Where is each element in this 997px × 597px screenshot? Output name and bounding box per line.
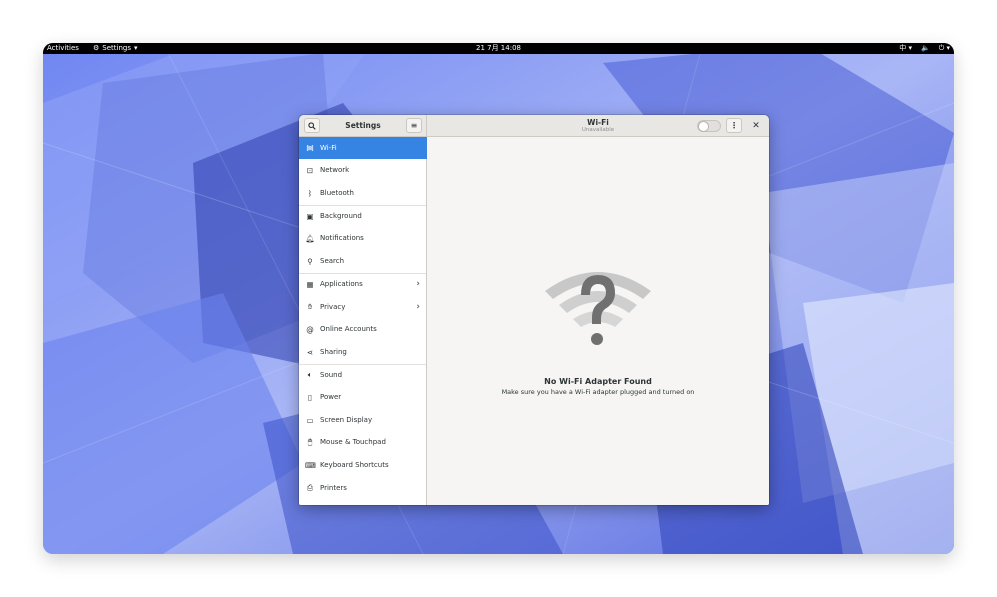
sidebar-item-label: Network	[320, 166, 350, 174]
background-icon: ▣	[306, 211, 314, 221]
sidebar-item-screen-display[interactable]: ▭ Screen Display	[299, 409, 427, 431]
hamburger-icon: ≡	[410, 121, 418, 130]
chevron-right-icon: ›	[416, 302, 420, 312]
toggle-knob	[698, 121, 709, 132]
search-icon: ⚲	[307, 256, 313, 266]
sidebar: ᯼ Wi-Fi ⊡ Network ᛒ Bluetooth ▣ Backgrou…	[299, 137, 427, 505]
at-icon: @	[306, 324, 314, 334]
sidebar-item-label: Sharing	[320, 348, 347, 356]
sidebar-item-power[interactable]: ▯ Power	[299, 386, 427, 408]
keyboard-icon: ⌨︎	[305, 460, 316, 470]
power-icon[interactable]: ⏻ ▾	[939, 43, 950, 54]
share-icon: ⋖	[306, 347, 314, 357]
close-button[interactable]: ✕	[750, 120, 762, 132]
sidebar-item-notifications[interactable]: 🔔︎ Notifications	[299, 227, 427, 249]
mouse-icon: 🖱︎	[307, 437, 313, 446]
sidebar-item-label: Power	[320, 393, 342, 401]
chevron-right-icon: ›	[416, 279, 420, 289]
system-tray: 中 ▾ 🔈 ⏻ ▾	[899, 43, 950, 54]
bluetooth-icon: ᛒ	[307, 188, 313, 198]
sidebar-item-label: Keyboard Shortcuts	[320, 461, 389, 469]
sidebar-item-background[interactable]: ▣ Background	[299, 205, 427, 227]
clock[interactable]: 21 7月 14:08	[43, 43, 954, 54]
wifi-icon: ᯼	[305, 143, 315, 152]
top-bar: Activities ⚙ Settings ▾ 21 7月 14:08 中 ▾ …	[43, 43, 954, 54]
sidebar-item-label: Privacy	[320, 303, 346, 311]
sidebar-item-label: Printers	[320, 484, 347, 492]
printer-icon: ⎙	[307, 483, 313, 492]
sidebar-item-network[interactable]: ⊡ Network	[299, 159, 427, 181]
sidebar-item-bluetooth[interactable]: ᛒ Bluetooth	[299, 182, 427, 204]
sidebar-item-label: Wi-Fi	[320, 144, 337, 152]
sidebar-item-label: Online Accounts	[320, 325, 377, 333]
sidebar-item-sound[interactable]: 🔈︎ Sound	[299, 364, 427, 386]
network-icon: ⊡	[306, 165, 314, 175]
sidebar-item-label: Sound	[320, 371, 343, 379]
applications-icon: ▦	[306, 279, 314, 289]
sidebar-header: Settings ≡	[299, 115, 427, 137]
input-method-indicator[interactable]: 中 ▾	[899, 43, 912, 54]
sidebar-item-keyboard-shortcuts[interactable]: ⌨︎ Keyboard Shortcuts	[299, 454, 427, 476]
sidebar-item-label: Applications	[320, 280, 363, 288]
wifi-panel: No Wi-Fi Adapter Found Make sure you hav…	[427, 137, 769, 505]
header-bar: Settings ≡ Wi-Fi Unavailable ⋮ ✕	[299, 115, 769, 137]
more-options-button[interactable]: ⋮	[726, 118, 742, 133]
sidebar-item-label: Notifications	[320, 234, 364, 242]
sidebar-item-printers[interactable]: ⎙ Printers	[299, 477, 427, 499]
empty-state-title: No Wi-Fi Adapter Found	[544, 377, 652, 386]
menu-button[interactable]: ≡	[406, 118, 422, 133]
battery-icon: ▯	[307, 392, 313, 402]
sidebar-item-label: Mouse & Touchpad	[320, 438, 386, 446]
desktop: Activities ⚙ Settings ▾ 21 7月 14:08 中 ▾ …	[43, 43, 954, 554]
sidebar-item-search[interactable]: ⚲ Search	[299, 250, 427, 272]
sidebar-item-label: Background	[320, 212, 362, 220]
empty-state-description: Make sure you have a Wi-Fi adapter plugg…	[501, 388, 695, 396]
sidebar-item-applications[interactable]: ▦ Applications ›	[299, 273, 427, 295]
wifi-toggle[interactable]	[697, 120, 721, 132]
display-icon: ▭	[306, 415, 314, 425]
bell-icon: 🔔︎	[305, 233, 315, 243]
close-icon: ✕	[752, 121, 760, 131]
vertical-dots-icon: ⋮	[730, 121, 738, 130]
speaker-icon: 🔈︎	[307, 370, 313, 379]
sidebar-item-label: Search	[320, 257, 345, 265]
sidebar-item-label: Bluetooth	[320, 189, 354, 197]
sidebar-item-privacy[interactable]: ✋︎ Privacy ›	[299, 296, 427, 318]
volume-icon[interactable]: 🔈	[921, 43, 930, 54]
settings-window: Settings ≡ Wi-Fi Unavailable ⋮ ✕ ᯼ Wi-Fi…	[299, 115, 769, 505]
sidebar-item-mouse-touchpad[interactable]: 🖱︎ Mouse & Touchpad	[299, 431, 427, 453]
wifi-no-adapter-icon	[545, 272, 651, 345]
sidebar-item-wifi[interactable]: ᯼ Wi-Fi	[299, 137, 427, 159]
sidebar-item-label: Screen Display	[320, 416, 373, 424]
hand-icon: ✋︎	[307, 302, 313, 311]
sidebar-item-online-accounts[interactable]: @ Online Accounts	[299, 318, 427, 340]
sidebar-item-sharing[interactable]: ⋖ Sharing	[299, 341, 427, 363]
